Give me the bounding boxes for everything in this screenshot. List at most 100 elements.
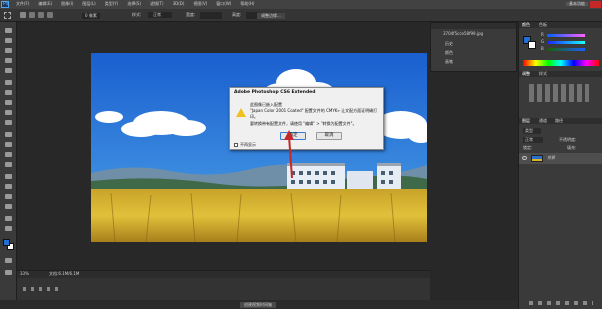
- menu-item[interactable]: 窗口(W): [216, 2, 231, 6]
- foreground-color-swatch[interactable]: [3, 239, 10, 246]
- healing-brush-icon[interactable]: [5, 90, 12, 95]
- menu-item[interactable]: 文件(F): [16, 2, 29, 6]
- window-controls[interactable]: [590, 1, 601, 8]
- gradient-icon[interactable]: [5, 142, 12, 147]
- layer-kind-filter[interactable]: 类型: [523, 128, 541, 134]
- new-selection-icon[interactable]: [20, 12, 26, 18]
- menu-item[interactable]: 图层(L): [82, 2, 95, 6]
- adjustment-icons[interactable]: [529, 84, 589, 102]
- profile-mismatch-dialog: Adobe Photoshop CS6 Extended 此图像已嵌入配置 "J…: [229, 87, 384, 150]
- type-tool-icon[interactable]: [5, 184, 12, 189]
- eye-icon[interactable]: [522, 156, 527, 160]
- red-arrow-annotation: [284, 130, 294, 179]
- tab-swatches[interactable]: 色板: [539, 23, 547, 27]
- dialog-line-4: 要转换带有配置文件，请使用 "编辑" > "转换为配置文件"。: [250, 121, 357, 126]
- zoom-level[interactable]: 33%: [20, 272, 29, 276]
- tab-paths[interactable]: 路径: [555, 119, 563, 123]
- quick-select-icon[interactable]: [5, 58, 12, 63]
- mini-panel-header: [431, 23, 516, 29]
- mini-item-2[interactable]: 颜色: [445, 51, 453, 55]
- layer-thumbnail: [531, 155, 543, 162]
- options-bar: 0 像素 样式: 正常 宽度: 高度: 调整边缘...: [0, 9, 602, 22]
- menu-item[interactable]: 编辑(E): [38, 2, 52, 6]
- menu-item[interactable]: 类型(Y): [105, 2, 119, 6]
- dialog-line-1: 此图像已嵌入配置: [250, 102, 282, 107]
- r-slider[interactable]: [547, 34, 585, 37]
- tab-layers[interactable]: 图层: [522, 119, 530, 123]
- brush-tool-icon[interactable]: [5, 100, 12, 105]
- crop-tool-icon[interactable]: [5, 68, 12, 73]
- menu-item[interactable]: 选择(S): [127, 2, 141, 6]
- refine-edge-button[interactable]: 调整边缘...: [257, 13, 285, 19]
- workspace-label[interactable]: 基本功能: [566, 2, 588, 6]
- path-select-icon[interactable]: [5, 194, 12, 199]
- tab-color[interactable]: 颜色: [522, 23, 530, 27]
- color-spectrum-ramp[interactable]: [523, 60, 599, 66]
- eraser-icon[interactable]: [5, 132, 12, 137]
- layer-row-background[interactable]: 背景: [519, 153, 602, 164]
- r-label: R: [541, 32, 544, 37]
- menu-item[interactable]: 3D(D): [173, 2, 185, 6]
- feather-value[interactable]: 0 像素: [82, 13, 100, 19]
- style-label: 样式:: [132, 12, 142, 17]
- menu-bar: Ps 文件(F) 编辑(E) 图像(I) 图层(L) 类型(Y) 选择(S) 滤镜(T) 3D…: [0, 0, 602, 9]
- mini-item-3[interactable]: 画笔: [445, 60, 453, 64]
- timeline-controls[interactable]: [23, 287, 63, 291]
- cancel-button[interactable]: 取消: [316, 132, 342, 140]
- pen-tool-icon[interactable]: [5, 174, 12, 179]
- width-label: 宽度:: [186, 12, 196, 17]
- layers-footer-icons[interactable]: [529, 301, 593, 305]
- dodge-icon[interactable]: [5, 162, 12, 167]
- b-slider[interactable]: [547, 48, 585, 51]
- menu-item[interactable]: 视图(V): [193, 2, 207, 6]
- move-tool-icon[interactable]: [5, 28, 12, 33]
- dialog-title: Adobe Photoshop CS6 Extended: [234, 90, 316, 95]
- create-video-timeline-button[interactable]: 创建视频时间轴: [240, 302, 276, 308]
- tools-panel: [0, 22, 17, 300]
- height-label: 高度:: [232, 12, 242, 17]
- adjustments-panel-tabs: 调整 样式: [519, 71, 602, 77]
- quick-mask-icon[interactable]: [5, 258, 12, 263]
- g-slider[interactable]: [547, 41, 585, 44]
- subtract-selection-icon[interactable]: [38, 12, 44, 18]
- warning-icon: [236, 108, 246, 117]
- tab-styles[interactable]: 样式: [539, 72, 547, 76]
- marquee-tool-icon[interactable]: [5, 38, 12, 43]
- menu-item[interactable]: 图像(I): [61, 2, 73, 6]
- blur-icon[interactable]: [5, 152, 12, 157]
- layer-name[interactable]: 背景: [547, 156, 555, 160]
- doc-size: 文档:6.1M/6.1M: [49, 271, 80, 276]
- add-selection-icon[interactable]: [29, 12, 35, 18]
- history-file[interactable]: 3704f5cce58f99.jpg: [443, 32, 483, 36]
- tab-channels[interactable]: 通道: [539, 119, 547, 123]
- screen-mode-icon[interactable]: [5, 270, 12, 275]
- intersect-selection-icon[interactable]: [47, 12, 53, 18]
- dont-show-checkbox[interactable]: [234, 143, 238, 147]
- layers-panel-tabs: 图层 通道 路径: [519, 118, 602, 124]
- shape-tool-icon[interactable]: [5, 204, 12, 209]
- history-brush-icon[interactable]: [5, 120, 12, 125]
- menu-item[interactable]: 滤镜(T): [150, 2, 164, 6]
- hand-tool-icon[interactable]: [5, 216, 12, 221]
- dialog-line-2: "Japan Color 2001 Coated" 配置文件的 CMYK» 让文…: [250, 108, 378, 113]
- history-mini-panel: 3704f5cce58f99.jpg 历史 颜色 画笔: [430, 22, 517, 72]
- bottom-strip: 创建视频时间轴: [0, 300, 602, 309]
- menu-item[interactable]: 帮助(H): [240, 2, 254, 6]
- marquee-tool-icon[interactable]: [4, 12, 11, 19]
- right-panels: 颜色 色板 R G B 调整 样式 图层 通道 路径 类型 正常 不透明度: 锁…: [518, 22, 602, 309]
- status-bar: 33% 文档:6.1M/6.1M: [17, 271, 430, 278]
- clone-stamp-icon[interactable]: [5, 110, 12, 115]
- zoom-tool-icon[interactable]: [5, 226, 12, 231]
- eyedropper-icon[interactable]: [5, 80, 12, 85]
- bg-color-chip[interactable]: [528, 41, 536, 49]
- blend-mode-select[interactable]: 正常: [523, 137, 543, 143]
- g-label: G: [541, 39, 545, 44]
- width-input[interactable]: [200, 12, 222, 19]
- opacity-label: 不透明度:: [559, 137, 577, 142]
- style-select[interactable]: 正常: [148, 12, 172, 18]
- mini-item-1[interactable]: 历史: [445, 42, 453, 46]
- lasso-tool-icon[interactable]: [5, 48, 12, 53]
- building: [287, 163, 401, 189]
- color-panel-tabs: 颜色 色板: [519, 22, 602, 28]
- tab-adjustments[interactable]: 调整: [522, 72, 530, 76]
